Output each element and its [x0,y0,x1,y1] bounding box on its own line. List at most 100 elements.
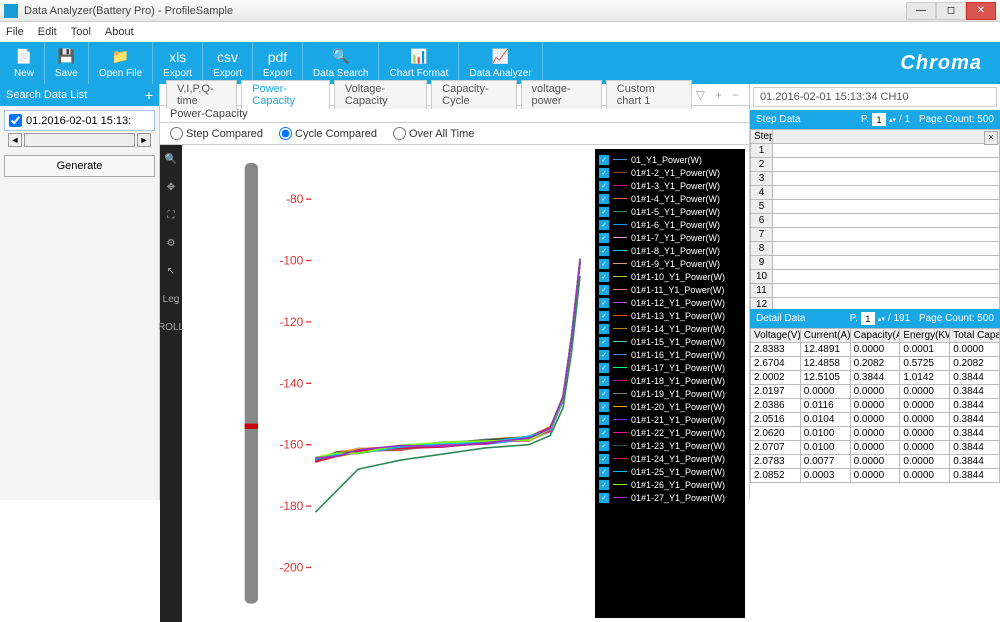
step-close-icon[interactable]: × [984,131,998,145]
legend-item[interactable]: ✓01#1-2_Y1_Power(W) [599,166,741,179]
legend-checkbox[interactable]: ✓ [599,233,609,243]
legend-item[interactable]: ✓01#1-21_Y1_Power(W) [599,413,741,426]
compare-radio[interactable] [279,127,292,140]
legend-item[interactable]: ✓01#1-22_Y1_Power(W) [599,426,741,439]
legend-checkbox[interactable]: ✓ [599,168,609,178]
menu-edit[interactable]: Edit [38,26,57,38]
search-item[interactable]: 01.2016-02-01 15:13: [4,110,155,131]
legend-checkbox[interactable]: ✓ [599,376,609,386]
legend-item[interactable]: ✓01#1-18_Y1_Power(W) [599,374,741,387]
tab-voltage-power[interactable]: voltage-power [521,80,602,109]
ribbon-export-5[interactable]: pdfExport [253,42,303,84]
table-row[interactable]: 6 [751,214,1000,228]
step-page-spinner[interactable]: ▴▾ [889,116,896,124]
table-row[interactable]: 2.07070.01000.00000.00000.3844 [751,441,1000,455]
compare-option[interactable]: Over All Time [393,127,474,140]
table-row[interactable]: 3 [751,172,1000,186]
legend-item[interactable]: ✓01#1-8_Y1_Power(W) [599,244,741,257]
legend-checkbox[interactable]: ✓ [599,194,609,204]
legend-checkbox[interactable]: ✓ [599,285,609,295]
legend-checkbox[interactable]: ✓ [599,324,609,334]
chart-tool[interactable]: ↖ [163,263,179,279]
chart-legend[interactable]: ✓01_Y1_Power(W)✓01#1-2_Y1_Power(W)✓01#1-… [595,149,745,618]
legend-checkbox[interactable]: ✓ [599,389,609,399]
ribbon-save-1[interactable]: 💾Save [45,42,89,84]
tab-v-i-p-q-time[interactable]: V,I,P,Q-time [166,80,237,109]
scroll-track[interactable] [24,133,135,147]
legend-item[interactable]: ✓01#1-24_Y1_Power(W) [599,452,741,465]
chart-tool[interactable]: ⛶ [163,207,179,223]
table-row[interactable]: 2.08520.00030.00000.00000.3844 [751,469,1000,483]
legend-checkbox[interactable]: ✓ [599,454,609,464]
legend-item[interactable]: ✓01#1-14_Y1_Power(W) [599,322,741,335]
close-button[interactable]: ✕ [966,2,996,20]
tab-power-capacity[interactable]: Power-Capacity [241,80,330,109]
ribbon-data-analyzer-8[interactable]: 📈Data Analyzer [459,42,542,84]
detail-page-spinner[interactable]: ▴▾ [878,315,885,323]
table-row[interactable]: 2 [751,158,1000,172]
legend-checkbox[interactable]: ✓ [599,415,609,425]
search-item-checkbox[interactable] [9,114,22,127]
table-row[interactable]: 2.838312.48910.00000.00010.0000 [751,343,1000,357]
legend-item[interactable]: ✓01#1-23_Y1_Power(W) [599,439,741,452]
legend-checkbox[interactable]: ✓ [599,181,609,191]
legend-checkbox[interactable]: ✓ [599,220,609,230]
table-row[interactable]: 2.05160.01040.00000.00000.3844 [751,413,1000,427]
legend-item[interactable]: ✓01#1-19_Y1_Power(W) [599,387,741,400]
legend-checkbox[interactable]: ✓ [599,298,609,308]
legend-item[interactable]: ✓01#1-12_Y1_Power(W) [599,296,741,309]
legend-checkbox[interactable]: ✓ [599,428,609,438]
table-row[interactable]: 1 [751,144,1000,158]
ribbon-export-3[interactable]: xlsExport [153,42,203,84]
legend-item[interactable]: ✓01#1-20_Y1_Power(W) [599,400,741,413]
table-row[interactable]: 2.07830.00770.00000.00000.3844 [751,455,1000,469]
table-row[interactable]: 9 [751,256,1000,270]
chart-tool[interactable]: ✥ [163,179,179,195]
chart-tool[interactable]: ROLL [163,319,179,335]
ribbon-export-4[interactable]: csvExport [203,42,253,84]
table-row[interactable]: 2.670412.48580.20820.57250.2082 [751,357,1000,371]
menu-about[interactable]: About [105,26,134,38]
table-row[interactable]: 11 [751,284,1000,298]
legend-checkbox[interactable]: ✓ [599,363,609,373]
compare-radio[interactable] [170,127,183,140]
table-row[interactable]: 12 [751,298,1000,310]
scroll-right-icon[interactable]: ► [137,133,151,147]
chart-tool[interactable]: 🔍 [163,151,179,167]
table-row[interactable]: 2.06200.01000.00000.00000.3844 [751,427,1000,441]
legend-item[interactable]: ✓01#1-15_Y1_Power(W) [599,335,741,348]
step-grid[interactable]: × Step123456789101112 [750,129,1000,309]
legend-checkbox[interactable]: ✓ [599,441,609,451]
legend-item[interactable]: ✓01#1-10_Y1_Power(W) [599,270,741,283]
step-page-input[interactable] [872,113,886,126]
table-row[interactable]: 7 [751,228,1000,242]
remove-tab-icon[interactable]: − [732,88,739,102]
legend-checkbox[interactable]: ✓ [599,311,609,321]
legend-checkbox[interactable]: ✓ [599,272,609,282]
legend-item[interactable]: ✓01#1-3_Y1_Power(W) [599,179,741,192]
legend-checkbox[interactable]: ✓ [599,155,609,165]
compare-option[interactable]: Cycle Compared [279,127,377,140]
legend-item[interactable]: ✓01#1-25_Y1_Power(W) [599,465,741,478]
table-row[interactable]: 2.000212.51050.38441.01420.3844 [751,371,1000,385]
table-row[interactable]: 8 [751,242,1000,256]
chart-tool[interactable]: ⚙ [163,235,179,251]
detail-page-input[interactable] [861,312,875,325]
legend-item[interactable]: ✓01#1-27_Y1_Power(W) [599,491,741,504]
legend-item[interactable]: ✓01#1-17_Y1_Power(W) [599,361,741,374]
filter-icon[interactable]: ▽ [696,88,705,102]
tab-custom-chart-1[interactable]: Custom chart 1 [606,80,692,109]
plot-area[interactable]: -80-100-120-140-160-180-200 ✓01_Y1_Power… [182,145,749,622]
maximize-button[interactable]: ◻ [936,2,966,20]
compare-radio[interactable] [393,127,406,140]
legend-item[interactable]: ✓01#1-4_Y1_Power(W) [599,192,741,205]
table-row[interactable]: 5 [751,200,1000,214]
file-label[interactable]: 01.2016-02-01 15:13:34 CH10 [753,87,997,107]
legend-item[interactable]: ✓01#1-13_Y1_Power(W) [599,309,741,322]
ribbon-data-search-6[interactable]: 🔍Data Search [303,42,380,84]
legend-item[interactable]: ✓01#1-26_Y1_Power(W) [599,478,741,491]
chart-name-input[interactable]: Power-Capacity [160,106,749,123]
scroll-left-icon[interactable]: ◄ [8,133,22,147]
legend-item[interactable]: ✓01#1-7_Y1_Power(W) [599,231,741,244]
legend-checkbox[interactable]: ✓ [599,207,609,217]
